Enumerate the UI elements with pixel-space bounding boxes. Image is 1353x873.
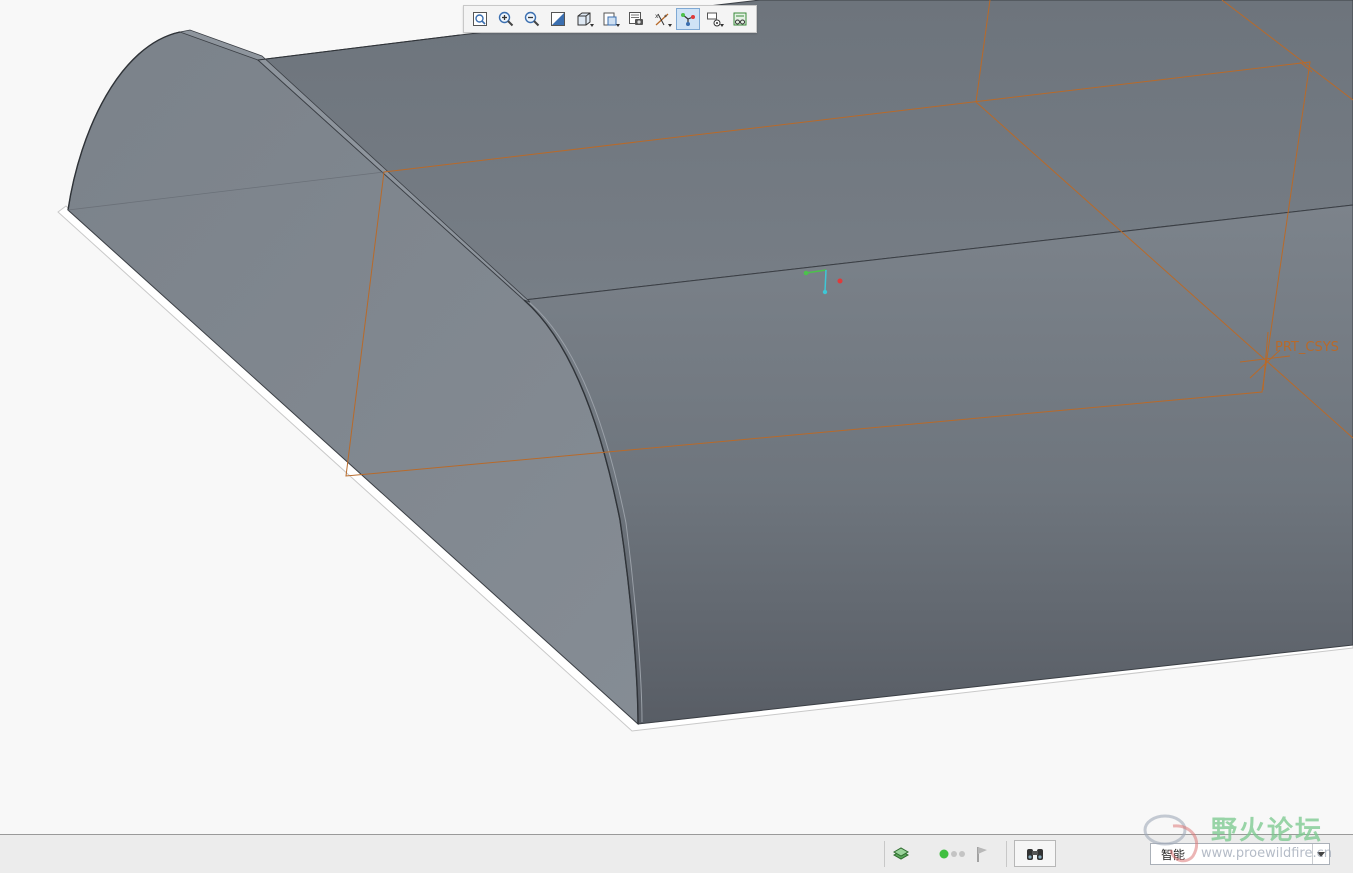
zoom-in-button[interactable] [494, 8, 518, 30]
model-scene[interactable] [0, 0, 1353, 834]
view-toolbar: x * [463, 5, 757, 33]
selection-filter-value: 智能 [1161, 847, 1186, 862]
regenerate-button[interactable] [890, 843, 912, 865]
message-flag-button[interactable] [972, 843, 992, 865]
repaint-icon [551, 12, 565, 26]
svg-text:*: * [664, 14, 667, 21]
display-style-icon [577, 12, 591, 26]
view-manager-button[interactable] [624, 8, 648, 30]
status-lights-icon [939, 849, 965, 859]
saved-orientations-button[interactable] [598, 8, 622, 30]
regenerate-icon [892, 847, 910, 860]
svg-text:x: x [655, 13, 659, 20]
csys-label: PRT_CSYS [1275, 340, 1339, 355]
zoom-out-button[interactable] [520, 8, 544, 30]
datum-display-icon: x * [655, 13, 669, 26]
binoculars-icon [1027, 848, 1043, 860]
refit-icon [473, 12, 487, 26]
status-bar: 智能 [0, 834, 1353, 873]
saved-orientations-icon [603, 12, 617, 26]
zoom-out-icon [524, 11, 540, 27]
flag-icon [977, 847, 987, 862]
display-style-button[interactable] [572, 8, 596, 30]
view-manager-icon [629, 12, 643, 25]
spin-center-button[interactable] [676, 8, 700, 30]
perspective-icon [733, 12, 747, 26]
regen-status-indicator [938, 845, 968, 863]
status-separator [1006, 841, 1007, 867]
annotation-display-icon [707, 12, 721, 27]
selection-filter-dropdown[interactable]: 智能 [1150, 843, 1330, 865]
perspective-button[interactable] [728, 8, 752, 30]
annotation-display-button[interactable] [702, 8, 726, 30]
graphics-window[interactable]: PRT_CSYS x * [0, 0, 1353, 834]
zoom-in-icon [498, 11, 514, 27]
find-button[interactable] [1014, 840, 1056, 867]
spin-center-icon [681, 13, 695, 26]
datum-display-button[interactable]: x * [650, 8, 674, 30]
refit-button[interactable] [468, 8, 492, 30]
chevron-down-icon [1312, 844, 1329, 864]
repaint-button[interactable] [546, 8, 570, 30]
status-separator [884, 841, 885, 867]
